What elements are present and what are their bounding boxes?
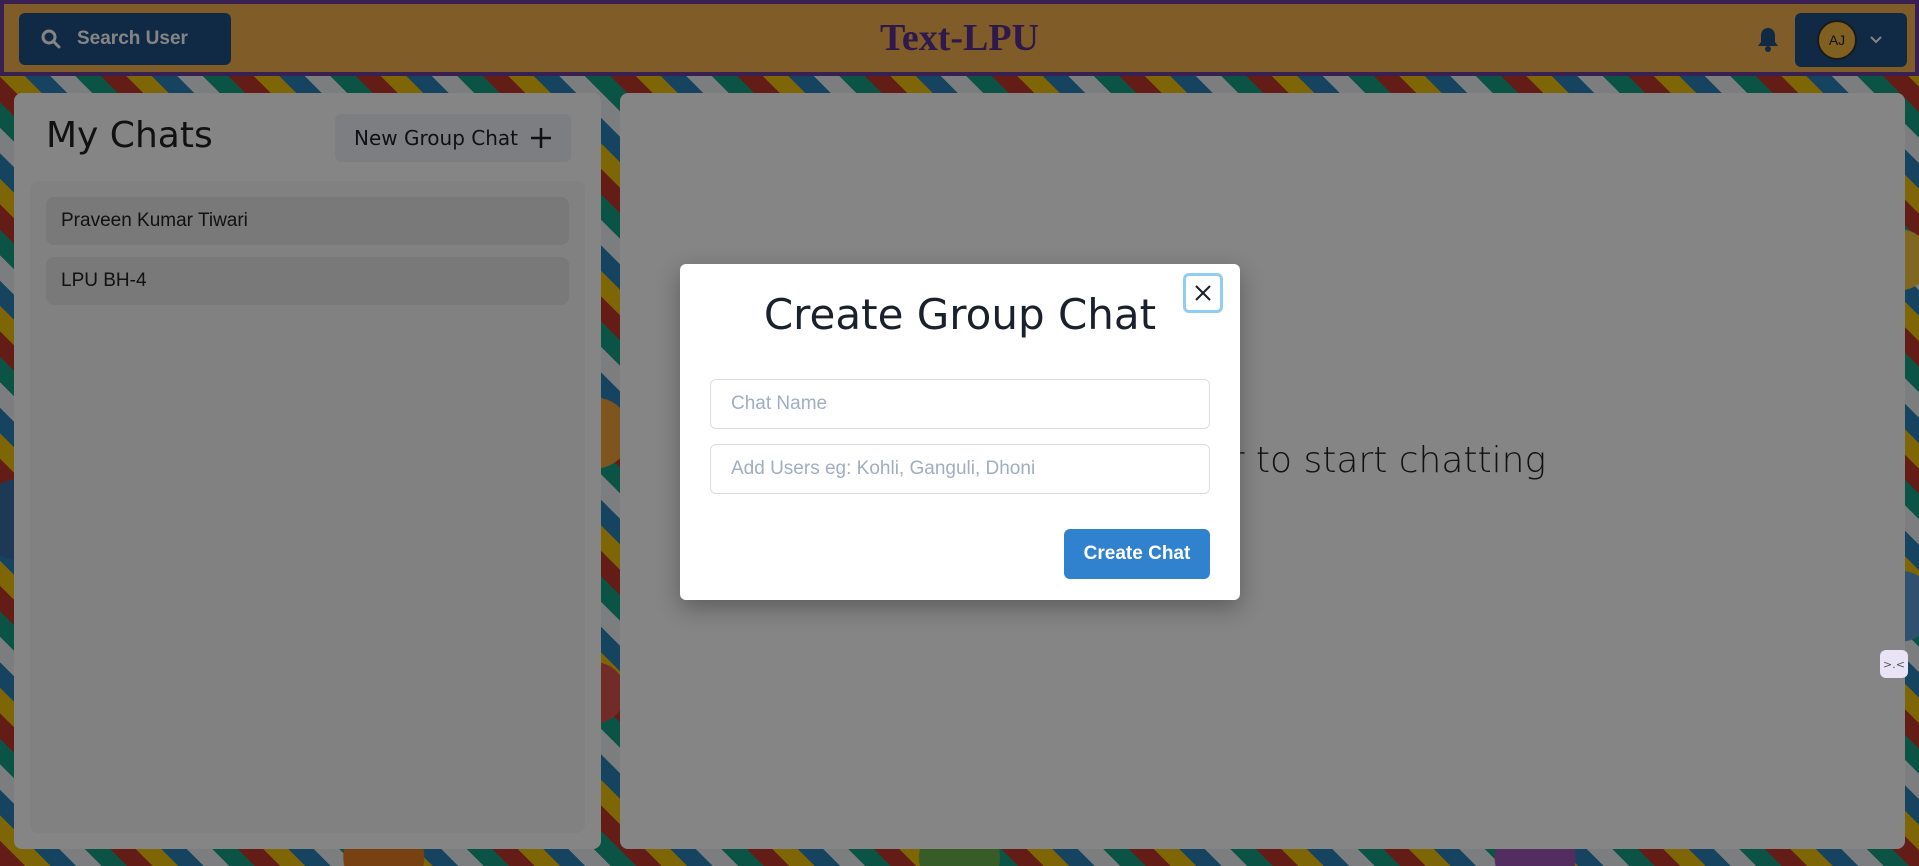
extension-icon[interactable]: >.< [1880,650,1908,678]
create-group-modal: Create Group Chat Create Chat [680,264,1240,600]
modal-title: Create Group Chat [763,290,1157,339]
chat-name-input[interactable] [710,379,1210,429]
create-chat-button[interactable]: Create Chat [1064,529,1210,579]
close-icon [1195,285,1211,301]
close-button[interactable] [1183,273,1223,313]
add-users-input[interactable] [710,444,1210,494]
